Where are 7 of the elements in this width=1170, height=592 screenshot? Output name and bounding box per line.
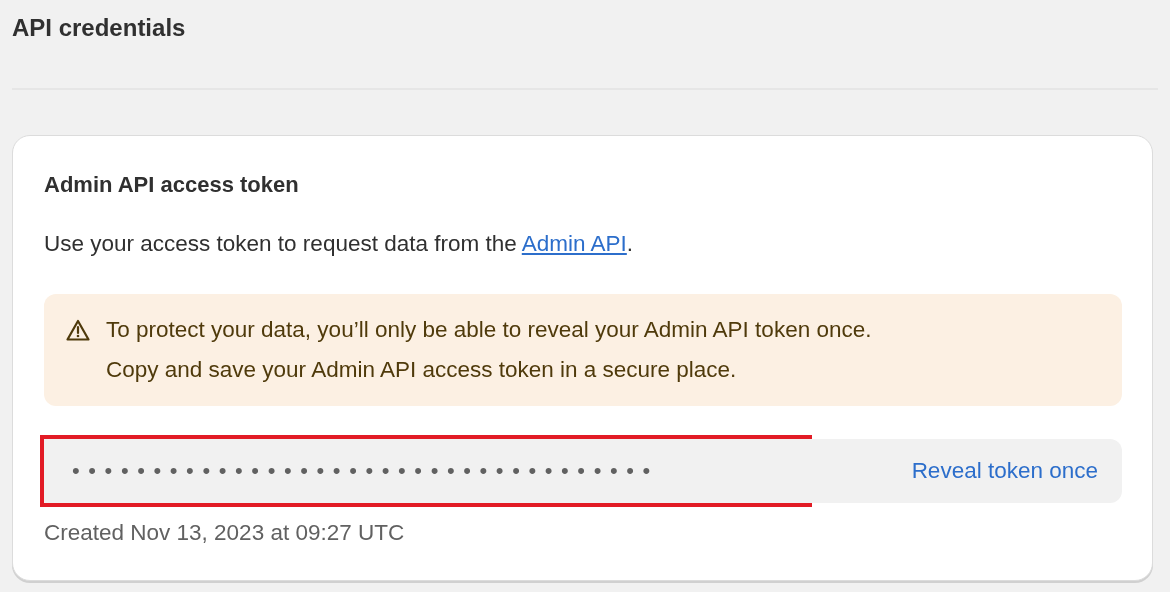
admin-api-link[interactable]: Admin API xyxy=(521,231,627,256)
warning-icon xyxy=(66,319,90,341)
banner-text-block: To protect your data, you’ll only be able to reveal your Admin API token once. Copy and save your Admin API access token in a secure place. xyxy=(44,294,1122,406)
page-title: API credentials xyxy=(12,13,187,43)
card-heading: Admin API access token xyxy=(44,172,300,198)
created-timestamp: Created Nov 13, 2023 at 09:27 UTC xyxy=(44,519,406,547)
description-text: Use your access token to request data from the Admin API. xyxy=(44,230,635,258)
